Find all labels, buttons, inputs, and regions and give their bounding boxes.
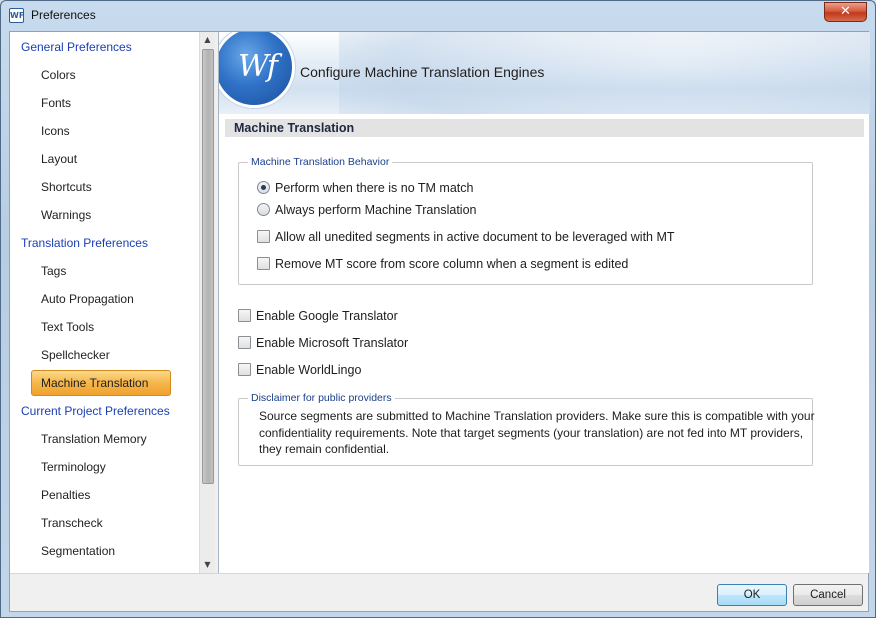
sidebar-section-translation-preferences[interactable]: Translation Preferences bbox=[21, 232, 148, 254]
ok-button[interactable]: OK bbox=[717, 584, 787, 606]
content-panel: Wf Configure Machine Translation Engines… bbox=[218, 32, 870, 573]
sidebar-item-terminology[interactable]: Terminology bbox=[41, 456, 106, 478]
wordfast-logo: Wf bbox=[219, 32, 295, 108]
window-title: Preferences bbox=[31, 8, 96, 22]
radio-no-tm-match-label[interactable]: Perform when there is no TM match bbox=[275, 180, 473, 196]
disclaimer-group: Disclaimer for public providers Source s… bbox=[238, 392, 815, 466]
dialog-client: General Preferences Colors Fonts Icons Layou… bbox=[9, 31, 870, 612]
sidebar-item-transcheck[interactable]: Transcheck bbox=[41, 512, 103, 534]
disclaimer-text: Source segments are submitted to Machine… bbox=[259, 409, 815, 456]
scroll-down-arrow-icon[interactable]: ▼ bbox=[200, 557, 215, 573]
sidebar-item-colors[interactable]: Colors bbox=[41, 64, 76, 86]
sidebar-item-auto-propagation[interactable]: Auto Propagation bbox=[41, 288, 134, 310]
dialog-footer: OK Cancel bbox=[10, 573, 868, 611]
preferences-window: WF Preferences ✕ General Preferences Colo… bbox=[0, 0, 876, 618]
checkbox-google-translator-label[interactable]: Enable Google Translator bbox=[256, 308, 398, 324]
close-button[interactable]: ✕ bbox=[824, 2, 867, 22]
scroll-thumb[interactable] bbox=[202, 49, 214, 484]
checkbox-google-translator[interactable] bbox=[238, 309, 251, 322]
sidebar-section-general-preferences[interactable]: General Preferences bbox=[21, 36, 132, 58]
radio-always-perform-label[interactable]: Always perform Machine Translation bbox=[275, 202, 476, 218]
checkbox-microsoft-translator[interactable] bbox=[238, 336, 251, 349]
sidebar-item-spellchecker[interactable]: Spellchecker bbox=[41, 344, 110, 366]
sidebar-item-layout[interactable]: Layout bbox=[41, 148, 77, 170]
cancel-button[interactable]: Cancel bbox=[793, 584, 863, 606]
app-icon: WF bbox=[9, 8, 24, 23]
checkbox-remove-mt-score[interactable] bbox=[257, 257, 270, 270]
sidebar-scrollbar[interactable]: ▲ ▼ bbox=[199, 32, 215, 573]
sidebar-item-tags[interactable]: Tags bbox=[41, 260, 66, 282]
sidebar-item-penalties[interactable]: Penalties bbox=[41, 484, 90, 506]
scroll-up-arrow-icon[interactable]: ▲ bbox=[200, 32, 215, 48]
logo-text: Wf bbox=[238, 49, 278, 84]
sidebar-item-segmentation[interactable]: Segmentation bbox=[41, 540, 115, 562]
disclaimer-group-legend: Disclaimer for public providers bbox=[248, 392, 395, 405]
sidebar-item-shortcuts[interactable]: Shortcuts bbox=[41, 176, 92, 198]
checkbox-allow-unedited[interactable] bbox=[257, 230, 270, 243]
checkbox-remove-mt-score-label[interactable]: Remove MT score from score column when a… bbox=[275, 256, 628, 272]
checkbox-allow-unedited-label[interactable]: Allow all unedited segments in active do… bbox=[275, 229, 675, 245]
checkbox-worldlingo-label[interactable]: Enable WorldLingo bbox=[256, 362, 361, 378]
page-title: Configure Machine Translation Engines bbox=[300, 64, 545, 80]
sidebar-item-translation-memory[interactable]: Translation Memory bbox=[41, 428, 147, 450]
sidebar-item-machine-translation[interactable]: Machine Translation bbox=[31, 370, 171, 396]
radio-always-perform[interactable] bbox=[257, 203, 270, 216]
header-banner: Wf Configure Machine Translation Engines bbox=[219, 32, 870, 114]
radio-no-tm-match[interactable] bbox=[257, 181, 270, 194]
sidebar-item-text-tools[interactable]: Text Tools bbox=[41, 316, 94, 338]
section-header: Machine Translation bbox=[225, 119, 864, 137]
behavior-group-legend: Machine Translation Behavior bbox=[248, 156, 393, 169]
checkbox-microsoft-translator-label[interactable]: Enable Microsoft Translator bbox=[256, 335, 408, 351]
sidebar-section-current-project-preferences[interactable]: Current Project Preferences bbox=[21, 400, 170, 422]
sidebar-item-icons[interactable]: Icons bbox=[41, 120, 70, 142]
sidebar-item-fonts[interactable]: Fonts bbox=[41, 92, 71, 114]
sidebar-item-warnings[interactable]: Warnings bbox=[41, 204, 91, 226]
behavior-group: Machine Translation Behavior Perform whe… bbox=[238, 156, 813, 285]
sidebar-tree: General Preferences Colors Fonts Icons Layou… bbox=[10, 32, 215, 573]
checkbox-worldlingo[interactable] bbox=[238, 363, 251, 376]
title-bar[interactable]: WF Preferences ✕ bbox=[1, 1, 875, 31]
